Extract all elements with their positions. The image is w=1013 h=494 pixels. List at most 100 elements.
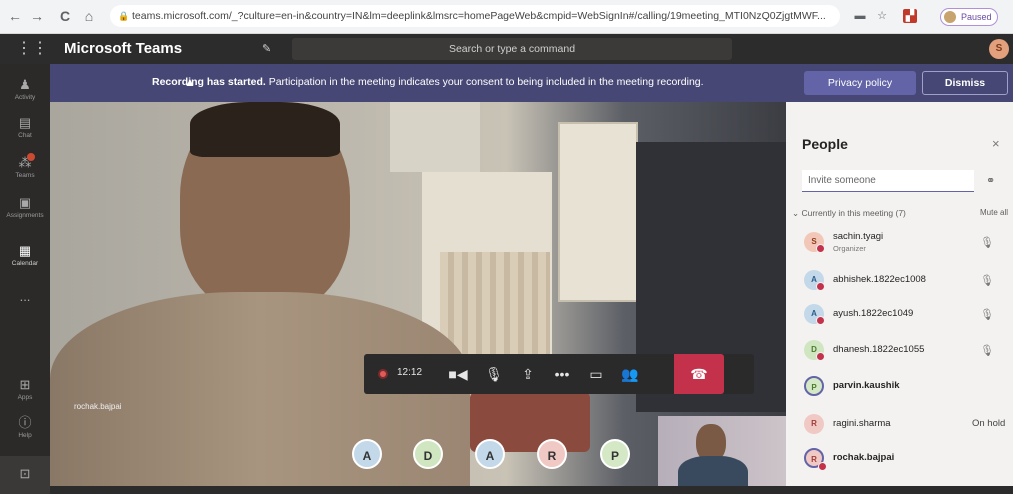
status-icon xyxy=(816,352,825,361)
rail-item-teams[interactable]: ⁂ Teams xyxy=(0,152,50,190)
rail-label: Assignments xyxy=(6,212,44,219)
chat-icon: ▤ xyxy=(18,115,32,130)
avatar: D xyxy=(804,340,825,361)
avatar-initial: P xyxy=(811,383,817,392)
dismiss-button[interactable]: Dismiss xyxy=(922,71,1008,95)
chat-toggle-icon[interactable]: ▭ xyxy=(584,362,608,386)
address-bar[interactable]: 🔒 teams.microsoft.com/_?culture=en-in&co… xyxy=(110,5,840,27)
recording-banner: ▲ Recording has started. Participation i… xyxy=(50,64,1013,102)
speaker-hair xyxy=(190,102,340,157)
participant-bubble[interactable]: A xyxy=(352,439,382,469)
avatar: R xyxy=(804,414,824,434)
search-input[interactable]: Search or type a command xyxy=(292,38,732,60)
rail-item-device[interactable]: ⊡ xyxy=(0,456,50,494)
speaker-name-label: rochak.bajpai xyxy=(74,402,122,411)
participants-icon[interactable]: 👥 xyxy=(618,362,642,386)
rail-label: Teams xyxy=(15,172,35,179)
privacy-policy-button[interactable]: Privacy policy xyxy=(804,71,916,95)
share-link-icon[interactable]: ⚭ xyxy=(986,174,995,187)
forward-icon[interactable]: → xyxy=(28,7,46,25)
status-icon xyxy=(816,244,825,253)
banner-message: Participation in the meeting indicates y… xyxy=(265,76,704,88)
self-view[interactable] xyxy=(658,416,786,486)
device-icon: ⊡ xyxy=(19,466,31,481)
address-url: teams.microsoft.com/_?culture=en-in&coun… xyxy=(132,10,826,22)
lock-icon: 🔒 xyxy=(118,11,130,21)
mic-off-icon[interactable]: 🎙 xyxy=(980,274,994,287)
status-icon xyxy=(816,282,825,291)
teams-header: ⋮⋮ Microsoft Teams ✎ Search or type a co… xyxy=(0,34,1013,64)
rail-item-chat[interactable]: ▤ Chat xyxy=(0,112,50,150)
rail-item-help[interactable]: ⓘ Help xyxy=(0,412,50,450)
person-name: rochak.bajpai xyxy=(833,452,895,463)
banner-bold-text: Recording has started. xyxy=(152,76,266,88)
rail-item-activity[interactable]: ♟ Activity xyxy=(0,74,50,112)
person-name: dhanesh.1822ec1055 xyxy=(833,344,925,355)
invite-input[interactable]: Invite someone xyxy=(802,170,974,192)
camera-icon[interactable]: ■◀ xyxy=(446,362,470,386)
recording-icon xyxy=(378,369,388,379)
person-row[interactable]: R rochak.bajpai xyxy=(786,444,1013,474)
person-row[interactable]: A abhishek.1822ec1008 🎙 xyxy=(786,266,1013,296)
status-icon xyxy=(818,462,827,471)
person-name: ragini.sharma xyxy=(833,418,891,429)
person-name: sachin.tyagi xyxy=(833,231,884,242)
mic-off-icon[interactable]: 🎙 xyxy=(980,236,994,249)
profile-paused-button[interactable]: Paused xyxy=(940,8,998,26)
more-actions-icon[interactable]: ••• xyxy=(550,362,574,386)
share-screen-icon[interactable]: ⇪ xyxy=(516,362,540,386)
star-icon[interactable]: ☆ xyxy=(875,9,889,23)
rail-item-apps[interactable]: ⊞ Apps xyxy=(0,374,50,412)
mic-off-icon[interactable]: 🎙 xyxy=(980,308,994,321)
app-launcher-icon[interactable]: ⋮⋮ xyxy=(16,39,48,59)
call-controls: 12:12 ■◀ 🎙 ⇪ ••• ▭ 👥 ☎ xyxy=(364,354,754,394)
assignments-icon: ▣ xyxy=(18,195,32,210)
rail-item-calendar[interactable]: ▦ Calendar xyxy=(0,240,50,278)
avatar: A xyxy=(804,304,825,325)
video-stage: rochak.bajpai 12:12 ■◀ 🎙 ⇪ ••• ▭ 👥 ☎ A D… xyxy=(50,102,786,486)
avatar-initial: A xyxy=(811,309,817,318)
status-icon xyxy=(816,316,825,325)
home-icon[interactable]: ⌂ xyxy=(80,7,98,25)
avatar[interactable]: S xyxy=(989,39,1009,59)
apps-icon: ⊞ xyxy=(19,377,31,392)
person-role: Organizer xyxy=(833,244,866,253)
section-header[interactable]: ⌄ Currently in this meeting (7) xyxy=(792,208,906,219)
section-label: Currently in this meeting (7) xyxy=(801,208,906,218)
call-timer: 12:12 xyxy=(397,367,423,378)
participant-bubble[interactable]: D xyxy=(413,439,443,469)
extension-icon[interactable]: ▞ xyxy=(903,9,917,23)
avatar-initial: A xyxy=(811,275,817,284)
rail-label: Activity xyxy=(14,94,36,101)
reload-icon[interactable]: C xyxy=(56,7,74,25)
rail-item-more[interactable]: ... xyxy=(0,286,50,324)
person-row[interactable]: D dhanesh.1822ec1055 🎙 xyxy=(786,336,1013,366)
mute-all-button[interactable]: Mute all xyxy=(980,208,1008,217)
new-chat-icon[interactable]: ✎ xyxy=(262,42,276,56)
camera-indicator-icon[interactable]: ▬ xyxy=(853,9,867,23)
person-row[interactable]: S sachin.tyagi Organizer 🎙 xyxy=(786,228,1013,258)
rail-label: Calendar xyxy=(11,260,39,267)
avatar: R xyxy=(804,448,827,471)
person-row[interactable]: P parvin.kaushik xyxy=(786,372,1013,402)
avatar-initial: D xyxy=(811,345,817,354)
rail-label: Chat xyxy=(18,132,32,139)
mic-muted-icon[interactable]: 🎙 xyxy=(482,362,506,386)
back-icon[interactable]: ← xyxy=(6,7,24,25)
person-name: ayush.1822ec1049 xyxy=(833,308,914,319)
notification-badge xyxy=(27,153,35,161)
participant-bubble[interactable]: A xyxy=(475,439,505,469)
rail-item-assignments[interactable]: ▣ Assignments xyxy=(0,192,50,230)
close-icon[interactable]: × xyxy=(992,136,1000,151)
participant-bubble[interactable]: R xyxy=(537,439,567,469)
person-row[interactable]: R ragini.sharma On hold xyxy=(786,410,1013,440)
self-view-shirt xyxy=(678,456,748,486)
rail-label: Apps xyxy=(17,394,33,401)
mic-off-icon[interactable]: 🎙 xyxy=(980,344,994,357)
banner-text: Recording has started. Participation in … xyxy=(152,76,704,88)
people-panel: People × Invite someone ⚭ ⌄ Currently in… xyxy=(786,102,1013,486)
rail-label: Help xyxy=(18,432,32,439)
person-row[interactable]: A ayush.1822ec1049 🎙 xyxy=(786,300,1013,330)
participant-bubble[interactable]: P xyxy=(600,439,630,469)
hang-up-button[interactable]: ☎ xyxy=(674,354,724,394)
